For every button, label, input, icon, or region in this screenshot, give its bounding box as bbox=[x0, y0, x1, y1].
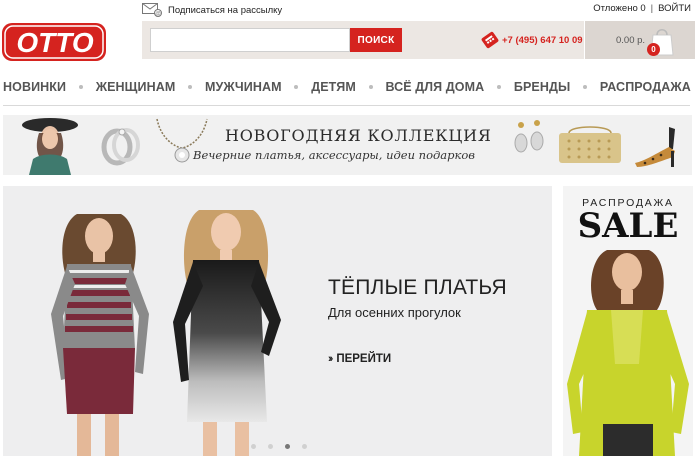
login-link[interactable]: ВОЙТИ bbox=[658, 3, 691, 14]
ring-icon bbox=[101, 128, 140, 166]
earrings-icon bbox=[514, 120, 544, 153]
new-year-collection-banner[interactable]: НОВОГОДНЯЯ КОЛЛЕКЦИЯ Вечерние платья, ак… bbox=[3, 115, 692, 175]
hero-cta-link[interactable]: ›› ПЕРЕЙТИ bbox=[328, 353, 391, 365]
cart[interactable]: 0.00 р. 0 bbox=[585, 21, 695, 59]
nav-separator bbox=[78, 85, 83, 89]
newsletter-link[interactable]: @ Подписаться на рассылку bbox=[142, 2, 282, 18]
phone-icon bbox=[481, 31, 499, 49]
nav-item-women[interactable]: ЖЕНЩИНАМ bbox=[96, 80, 176, 94]
carousel-dots bbox=[251, 444, 307, 449]
svg-text:@: @ bbox=[155, 11, 161, 17]
model-striped-sweater-image bbox=[51, 214, 149, 456]
model-ombre-dress-image bbox=[173, 210, 281, 456]
collection-subtitle: Вечерние платья, аксессуары, идеи подарк… bbox=[193, 148, 475, 162]
cart-count-badge: 0 bbox=[647, 43, 660, 56]
nav-separator bbox=[294, 85, 299, 89]
logo-text: OTTO bbox=[16, 27, 93, 58]
model-image bbox=[22, 118, 78, 175]
hero-cta-label: ПЕРЕЙТИ bbox=[336, 353, 392, 365]
nav-separator bbox=[583, 85, 588, 89]
nav-separator bbox=[188, 85, 193, 89]
nav-item-men[interactable]: МУЖЧИНАМ bbox=[205, 80, 282, 94]
nav-item-new[interactable]: НОВИНКИ bbox=[3, 80, 66, 94]
nav-item-kids[interactable]: ДЕТЯМ bbox=[311, 80, 356, 94]
main-nav: НОВИНКИ ЖЕНЩИНАМ МУЖЧИНАМ ДЕТЯМ ВСЁ ДЛЯ … bbox=[0, 76, 695, 98]
search-button[interactable]: ПОИСК bbox=[350, 28, 402, 52]
nav-divider bbox=[3, 105, 690, 106]
separator: | bbox=[650, 3, 654, 14]
search-input[interactable] bbox=[150, 28, 350, 52]
otto-logo[interactable]: OTTO bbox=[2, 21, 108, 63]
nav-separator bbox=[368, 85, 373, 89]
search-bar: ПОИСК +7 (495) 647 10 09 bbox=[142, 21, 584, 59]
clutch-bag-icon bbox=[559, 126, 621, 163]
sale-promo-banner[interactable]: РАСПРОДАЖА SALE bbox=[563, 186, 693, 456]
saved-items-link[interactable]: Отложено 0 bbox=[593, 3, 645, 14]
envelope-icon: @ bbox=[142, 3, 162, 17]
sale-big-label: SALE bbox=[577, 206, 679, 246]
user-links: Отложено 0 | ВОЙТИ bbox=[593, 3, 691, 14]
cart-price: 0.00 р. bbox=[616, 35, 646, 46]
double-chevron-right-icon: ›› bbox=[328, 353, 334, 365]
carousel-dot[interactable] bbox=[251, 444, 256, 449]
carousel-dot[interactable] bbox=[268, 444, 273, 449]
model-lime-cardigan-image bbox=[567, 250, 689, 456]
otto-logo-graphic: OTTO bbox=[2, 23, 106, 61]
collection-title: НОВОГОДНЯЯ КОЛЛЕКЦИЯ bbox=[225, 126, 492, 145]
nav-item-brands[interactable]: БРЕНДЫ bbox=[514, 80, 570, 94]
hero-title: ТЁПЛЫЕ ПЛАТЬЯ bbox=[328, 276, 507, 299]
hero-banner[interactable]: ТЁПЛЫЕ ПЛАТЬЯ Для осенних прогулок ›› ПЕ… bbox=[3, 186, 552, 456]
newsletter-label: Подписаться на рассылку bbox=[168, 4, 283, 16]
nav-separator bbox=[497, 85, 502, 89]
carousel-dot[interactable] bbox=[302, 444, 307, 449]
nav-item-home[interactable]: ВСЁ ДЛЯ ДОМА bbox=[385, 80, 484, 94]
carousel-dot-active[interactable] bbox=[285, 444, 290, 449]
nav-item-sale[interactable]: РАСПРОДАЖА bbox=[600, 80, 691, 94]
phone-number[interactable]: +7 (495) 647 10 09 bbox=[502, 35, 583, 46]
hero-subtitle: Для осенних прогулок bbox=[328, 305, 461, 320]
high-heel-icon bbox=[635, 127, 675, 167]
